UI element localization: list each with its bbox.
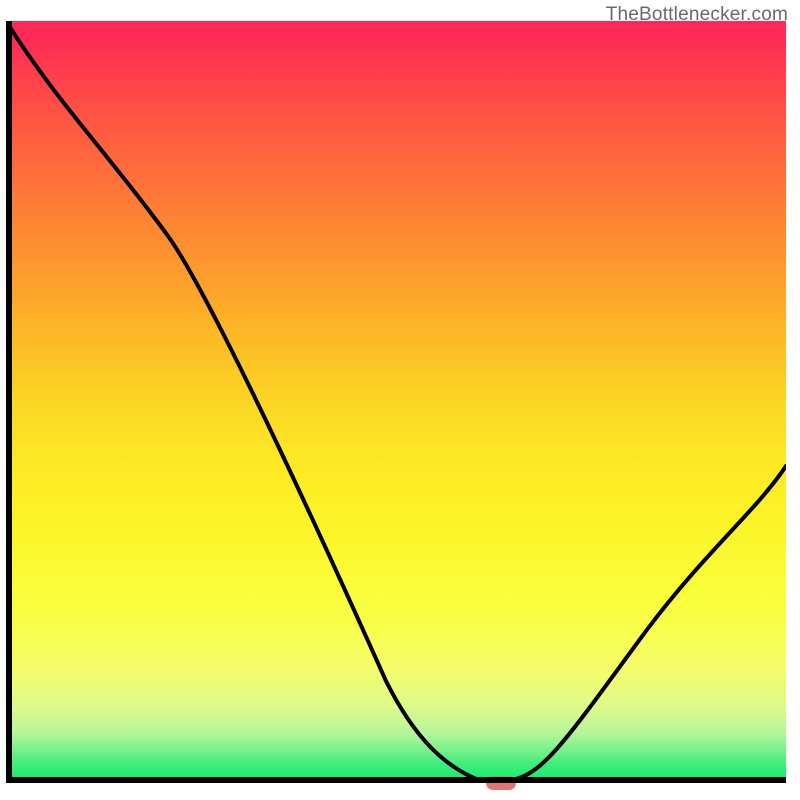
bottleneck-curve-path	[6, 21, 786, 779]
plot-area	[6, 21, 786, 783]
x-axis	[6, 777, 786, 783]
curve-svg	[6, 21, 786, 783]
bottleneck-chart: TheBottlenecker.com	[0, 0, 800, 800]
y-axis	[6, 21, 12, 783]
